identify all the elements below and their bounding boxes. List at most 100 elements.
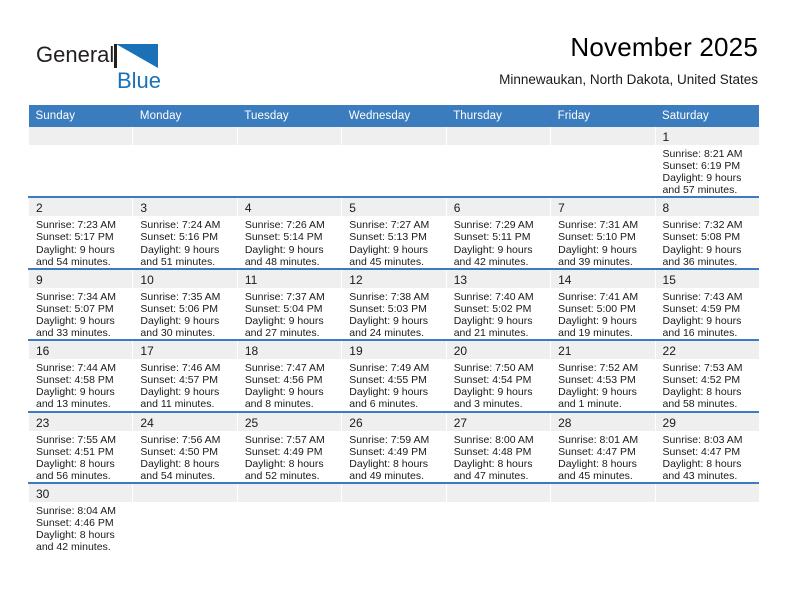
calendar-day-cell[interactable]: 8 Sunrise: 7:32 AM Sunset: 5:08 PM Daylight…	[654, 197, 760, 269]
calendar-day-cell[interactable]: 2 Sunrise: 7:23 AM Sunset: 5:17 PM Daylight…	[27, 197, 133, 269]
day-number	[29, 127, 133, 145]
sunrise-text: Sunrise: 7:35 AM	[140, 290, 221, 303]
calendar-day-cell[interactable]: 25 Sunrise: 7:57 AM Sunset: 4:49 PM Dayligh…	[236, 411, 342, 483]
day-sun-info: Sunrise: 7:37 AM Sunset: 5:04 PM Daylight:…	[238, 288, 341, 339]
daylight-text-line2: and 36 minutes.	[662, 255, 738, 268]
sunrise-text: Sunrise: 7:56 AM	[140, 433, 221, 446]
daylight-text-line2: and 21 minutes.	[453, 327, 529, 340]
calendar-day-cell[interactable]: 1 Sunrise: 8:21 AM Sunset: 6:19 PM Daylight…	[654, 127, 760, 198]
calendar-day-cell[interactable]: 21 Sunrise: 7:52 AM Sunset: 4:53 PM Dayligh…	[550, 340, 656, 412]
daylight-text-line1: Daylight: 9 hours	[662, 172, 742, 185]
weekday-header-saturday: Saturday	[655, 105, 760, 127]
calendar-day-cell[interactable]: 22 Sunrise: 7:53 AM Sunset: 4:52 PM Dayligh…	[654, 340, 760, 412]
calendar-day-cell[interactable]: 29 Sunrise: 8:03 AM Sunset: 4:47 PM Dayligh…	[654, 411, 760, 483]
daylight-text-line1: Daylight: 9 hours	[244, 386, 324, 399]
calendar-day-cell-empty	[341, 482, 447, 554]
calendar-day-cell[interactable]: 24 Sunrise: 7:56 AM Sunset: 4:50 PM Dayligh…	[132, 411, 238, 483]
calendar-day-cell[interactable]: 19 Sunrise: 7:49 AM Sunset: 4:55 PM Dayligh…	[341, 340, 447, 412]
calendar-day-cell[interactable]: 18 Sunrise: 7:47 AM Sunset: 4:56 PM Dayligh…	[236, 340, 342, 412]
daylight-text-line1: Daylight: 9 hours	[349, 243, 429, 256]
calendar-day-cell[interactable]: 9 Sunrise: 7:34 AM Sunset: 5:07 PM Daylight…	[27, 268, 133, 341]
day-sun-info: Sunrise: 7:24 AM Sunset: 5:16 PM Daylight:…	[133, 216, 236, 267]
day-number	[133, 127, 237, 145]
day-number	[342, 127, 446, 145]
day-sun-info: Sunrise: 7:29 AM Sunset: 5:11 PM Daylight:…	[447, 216, 550, 267]
daylight-text-line1: Daylight: 9 hours	[453, 243, 533, 256]
brand-logo[interactable]: General Blue	[36, 38, 226, 94]
daylight-text-line2: and 1 minute.	[558, 398, 622, 411]
day-number: 1	[655, 127, 760, 145]
daylight-text-line2: and 54 minutes.	[36, 255, 111, 268]
daylight-text-line1: Daylight: 9 hours	[244, 243, 324, 256]
sunrise-text: Sunrise: 7:29 AM	[453, 219, 534, 232]
daylight-text-line2: and 11 minutes.	[140, 398, 215, 411]
calendar-day-cell[interactable]: 20 Sunrise: 7:50 AM Sunset: 4:54 PM Dayligh…	[445, 340, 551, 412]
brand-name-blue: Blue	[117, 68, 161, 93]
sunrise-text: Sunrise: 7:43 AM	[662, 290, 743, 303]
calendar-day-cell[interactable]: 13 Sunrise: 7:40 AM Sunset: 5:02 PM Dayligh…	[445, 268, 551, 341]
calendar-day-cell[interactable]: 12 Sunrise: 7:38 AM Sunset: 5:03 PM Dayligh…	[341, 268, 447, 341]
sunrise-text: Sunrise: 8:04 AM	[36, 504, 116, 517]
daylight-text-line2: and 45 minutes.	[349, 255, 424, 268]
calendar-day-cell-empty	[27, 127, 133, 198]
sunset-text: Sunset: 4:52 PM	[662, 374, 741, 387]
calendar-day-cell[interactable]: 7 Sunrise: 7:31 AM Sunset: 5:10 PM Daylight…	[550, 197, 656, 269]
sunset-text: Sunset: 4:49 PM	[244, 445, 323, 458]
day-number: 6	[446, 198, 551, 217]
daylight-text-line2: and 43 minutes.	[662, 469, 738, 482]
calendar-table: Sunday Monday Tuesday Wednesday Thursday Frid…	[27, 105, 760, 554]
daylight-text-line1: Daylight: 9 hours	[140, 314, 220, 327]
calendar-day-cell[interactable]: 28 Sunrise: 8:01 AM Sunset: 4:47 PM Dayligh…	[550, 411, 656, 483]
calendar-day-cell-empty	[132, 482, 238, 554]
sunset-text: Sunset: 5:02 PM	[453, 302, 532, 315]
calendar-day-cell[interactable]: 26 Sunrise: 7:59 AM Sunset: 4:49 PM Dayligh…	[341, 411, 447, 483]
calendar-day-cell[interactable]: 15 Sunrise: 7:43 AM Sunset: 4:59 PM Dayligh…	[654, 268, 760, 341]
calendar-container: Sunday Monday Tuesday Wednesday Thursday Frid…	[27, 105, 760, 554]
day-number	[551, 483, 655, 502]
calendar-day-cell[interactable]: 14 Sunrise: 7:41 AM Sunset: 5:00 PM Dayligh…	[550, 268, 656, 341]
daylight-text-line1: Daylight: 8 hours	[662, 457, 742, 470]
weekday-header-wednesday: Wednesday	[341, 105, 447, 127]
day-sun-info: Sunrise: 7:35 AM Sunset: 5:06 PM Daylight:…	[133, 288, 236, 339]
calendar-day-cell[interactable]: 10 Sunrise: 7:35 AM Sunset: 5:06 PM Dayligh…	[132, 268, 238, 341]
calendar-week-row: 30 Sunrise: 8:04 AM Sunset: 4:46 PM Dayligh…	[27, 482, 760, 554]
daylight-text-line1: Daylight: 9 hours	[140, 386, 220, 399]
sunset-text: Sunset: 5:08 PM	[662, 231, 741, 244]
sunrise-text: Sunrise: 7:23 AM	[36, 219, 116, 232]
day-sun-info: Sunrise: 7:40 AM Sunset: 5:02 PM Daylight:…	[447, 288, 550, 339]
calendar-day-cell[interactable]: 3 Sunrise: 7:24 AM Sunset: 5:16 PM Daylight…	[132, 197, 238, 269]
calendar-day-cell[interactable]: 5 Sunrise: 7:27 AM Sunset: 5:13 PM Daylight…	[341, 197, 447, 269]
weekday-header-friday: Friday	[550, 105, 656, 127]
day-sun-info: Sunrise: 7:38 AM Sunset: 5:03 PM Daylight:…	[342, 288, 445, 339]
sunset-text: Sunset: 5:16 PM	[140, 231, 219, 244]
calendar-day-cell[interactable]: 4 Sunrise: 7:26 AM Sunset: 5:14 PM Daylight…	[236, 197, 342, 269]
day-number: 18	[237, 341, 342, 360]
sunset-text: Sunset: 4:46 PM	[36, 516, 114, 529]
calendar-week-row: 1 Sunrise: 8:21 AM Sunset: 6:19 PM Daylight…	[27, 127, 760, 198]
day-number	[446, 483, 551, 502]
day-number: 14	[551, 269, 655, 288]
day-number: 19	[342, 341, 446, 360]
calendar-day-cell[interactable]: 16 Sunrise: 7:44 AM Sunset: 4:58 PM Dayligh…	[27, 340, 133, 412]
weekday-header-row: Sunday Monday Tuesday Wednesday Thursday Frid…	[28, 105, 760, 127]
day-number: 22	[655, 341, 760, 360]
calendar-day-cell[interactable]: 30 Sunrise: 8:04 AM Sunset: 4:46 PM Dayligh…	[27, 482, 133, 554]
sunset-text: Sunset: 4:49 PM	[349, 445, 427, 458]
daylight-text-line1: Daylight: 9 hours	[36, 386, 115, 399]
day-sun-info: Sunrise: 7:53 AM Sunset: 4:52 PM Daylight:…	[656, 359, 760, 410]
daylight-text-line1: Daylight: 8 hours	[662, 386, 742, 399]
calendar-day-cell[interactable]: 17 Sunrise: 7:46 AM Sunset: 4:57 PM Dayligh…	[132, 340, 238, 412]
daylight-text-line1: Daylight: 8 hours	[453, 457, 533, 470]
day-sun-info: Sunrise: 7:49 AM Sunset: 4:55 PM Daylight:…	[342, 359, 445, 410]
calendar-week-row: 2 Sunrise: 7:23 AM Sunset: 5:17 PM Daylight…	[27, 197, 760, 269]
calendar-day-cell[interactable]: 11 Sunrise: 7:37 AM Sunset: 5:04 PM Dayligh…	[236, 268, 342, 341]
calendar-day-cell[interactable]: 27 Sunrise: 8:00 AM Sunset: 4:48 PM Dayligh…	[445, 411, 551, 483]
calendar-day-cell[interactable]: 23 Sunrise: 7:55 AM Sunset: 4:51 PM Dayligh…	[27, 411, 133, 483]
calendar-day-cell[interactable]: 6 Sunrise: 7:29 AM Sunset: 5:11 PM Daylight…	[445, 197, 551, 269]
calendar-day-cell-empty	[654, 482, 760, 554]
day-sun-info: Sunrise: 7:26 AM Sunset: 5:14 PM Daylight:…	[238, 216, 341, 267]
daylight-text-line1: Daylight: 9 hours	[349, 386, 429, 399]
sunrise-text: Sunrise: 7:50 AM	[453, 362, 534, 375]
day-sun-info: Sunrise: 7:27 AM Sunset: 5:13 PM Daylight:…	[342, 216, 445, 267]
daylight-text-line1: Daylight: 8 hours	[36, 529, 115, 542]
